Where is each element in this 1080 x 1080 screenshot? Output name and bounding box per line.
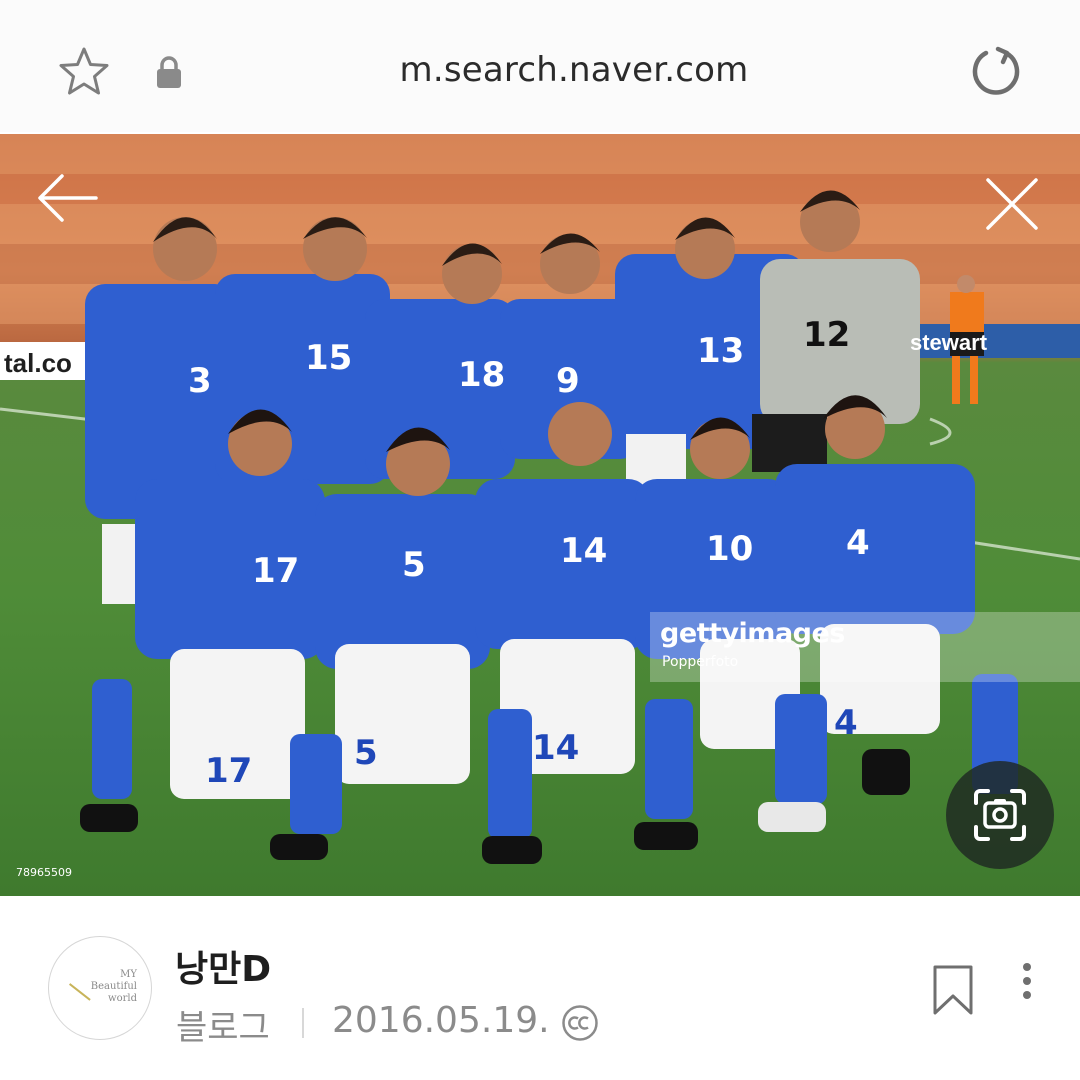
browser-url-bar: m.search.naver.com [0,0,1080,132]
creative-commons-icon[interactable] [561,1004,599,1042]
close-icon[interactable] [984,176,1040,232]
team-photo-scene: 3 15 18 9 13 12 17 5 14 10 4 17 5 14 4 t… [0,134,1080,864]
avatar-text-3: world [108,993,137,1004]
jersey-number: 12 [803,315,850,355]
avatar[interactable]: MY Beautiful world [48,936,152,1040]
jersey-number: 13 [697,331,744,371]
lens-search-button[interactable] [946,761,1054,869]
getty-watermark: gettyimages Popperfoto [650,612,1080,682]
jersey-number: 17 [252,551,299,591]
post-date: 2016.05.19. [332,1000,550,1041]
jersey-number: 15 [305,338,352,378]
avatar-text-1: MY [120,969,137,980]
camera-lens-icon [974,789,1026,841]
jersey-number: 14 [560,531,607,571]
watermark-brand: gettyimages [660,618,845,649]
avatar-text-2: Beautiful [90,981,137,992]
jersey-number: 3 [188,361,212,401]
image-id: 78965509 [16,866,72,879]
jersey-number: 4 [846,523,870,563]
jersey-number: 10 [706,529,753,569]
jersey-number: 4 [834,703,858,743]
bookmark-icon[interactable] [930,964,976,1016]
ad-board-text: tal.co [4,348,72,378]
jersey-number: 17 [205,751,252,791]
back-arrow-icon[interactable] [36,172,98,224]
more-vertical-icon[interactable] [1012,962,1042,1002]
ad-board-text: stewart [910,330,988,355]
jersey-number: 5 [402,545,426,585]
team-photo[interactable]: 3 15 18 9 13 12 17 5 14 10 4 17 5 14 4 t… [0,134,1080,896]
jersey-number: 9 [556,361,580,401]
result-info-panel: MY Beautiful world 낭만D 블로그 2016.05.19. [0,896,1080,1080]
meta-separator [302,1008,304,1038]
jersey-number: 18 [458,355,505,395]
url-text[interactable]: m.search.naver.com [0,50,1080,90]
jersey-number: 14 [532,728,579,768]
reload-icon[interactable] [968,44,1024,100]
jersey-number: 5 [354,733,378,773]
watermark-credit: Popperfoto [662,654,739,670]
source-type: 블로그 [176,1008,270,1048]
blog-name[interactable]: 낭만D [175,940,271,992]
